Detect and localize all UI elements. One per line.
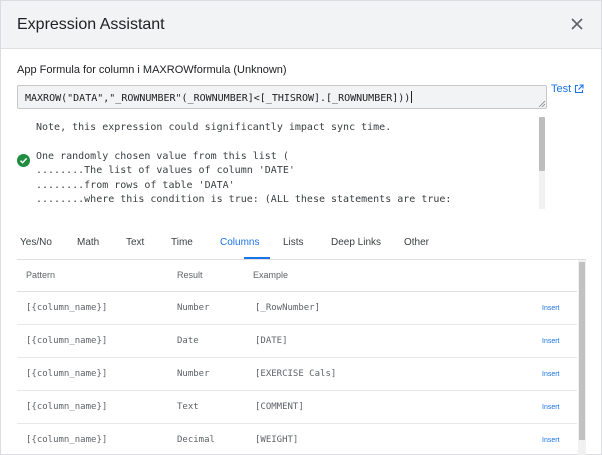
cell-pattern: [{column_name}] xyxy=(26,402,108,412)
cell-result: Decimal xyxy=(177,435,215,445)
tab-columns[interactable]: Columns xyxy=(220,237,259,248)
tab-deep-links[interactable]: Deep Links xyxy=(331,237,381,248)
table-row: [{column_name}] Decimal [WEIGHT] Insert xyxy=(17,424,577,455)
insert-button[interactable]: Insert xyxy=(542,338,560,345)
header-pattern: Pattern xyxy=(26,270,56,280)
table-row: [{column_name}] Number [EXERCISE Cals] I… xyxy=(17,358,577,391)
header-example: Example xyxy=(253,270,289,280)
dialog-header: Expression Assistant xyxy=(1,1,601,49)
open-external-icon xyxy=(575,84,584,94)
function-category-tabs: Yes/No Math Text Time Columns Lists Deep… xyxy=(17,237,587,259)
table-scrollbar-thumb[interactable] xyxy=(579,262,585,440)
tab-math[interactable]: Math xyxy=(77,237,99,248)
explanation-note: Note, this expression could significantl… xyxy=(36,122,392,133)
header-result: Result xyxy=(177,270,203,280)
formula-text[interactable]: MAXROW("DATA","_ROWNUMBER"(_ROWNUMBER]<[… xyxy=(25,91,413,104)
cell-result: Number xyxy=(177,303,210,313)
text-caret xyxy=(411,91,413,103)
tab-yes-no[interactable]: Yes/No xyxy=(20,237,52,248)
close-icon[interactable] xyxy=(567,14,587,34)
cell-example: [COMMENT] xyxy=(255,402,304,412)
explanation-line: ........from rows of table 'DATA' xyxy=(36,180,235,191)
table-row: [{column_name}] Text [COMMENT] Insert xyxy=(17,391,577,424)
formula-input[interactable]: MAXROW("DATA","_ROWNUMBER"(_ROWNUMBER]<[… xyxy=(17,85,547,109)
expression-assistant-dialog: Expression Assistant App Formula for col… xyxy=(0,0,602,455)
tab-time[interactable]: Time xyxy=(171,237,193,248)
explanation-line: ........The list of values of column 'DA… xyxy=(36,165,295,176)
tab-lists[interactable]: Lists xyxy=(283,237,304,248)
explanation-line: One randomly chosen value from this list… xyxy=(36,151,289,162)
cell-result: Date xyxy=(177,336,199,346)
cell-example: [_RowNumber] xyxy=(255,303,321,313)
cell-pattern: [{column_name}] xyxy=(26,336,108,346)
expression-explanation: Note, this expression could significantl… xyxy=(17,115,549,211)
cell-example: [EXERCISE Cals] xyxy=(255,369,337,379)
cell-pattern: [{column_name}] xyxy=(26,303,108,313)
tab-text[interactable]: Text xyxy=(126,237,144,248)
insert-button[interactable]: Insert xyxy=(542,437,560,444)
table-row: [{column_name}] Number [_RowNumber] Inse… xyxy=(17,292,577,325)
explanation-line: ........where this condition is true: (A… xyxy=(36,194,452,205)
tab-other[interactable]: Other xyxy=(404,237,429,248)
test-link-label[interactable]: Test xyxy=(551,83,571,95)
formula-label: App Formula for column i MAXROWformula (… xyxy=(17,64,287,76)
columns-table: Pattern Result Example [{column_name}] N… xyxy=(17,259,586,455)
cell-result: Text xyxy=(177,402,199,412)
check-circle-icon xyxy=(17,154,30,167)
cell-pattern: [{column_name}] xyxy=(26,369,108,379)
explanation-scrollbar-thumb[interactable] xyxy=(539,117,545,171)
test-link[interactable]: Test xyxy=(551,83,584,95)
insert-button[interactable]: Insert xyxy=(542,404,560,411)
resize-handle-icon[interactable] xyxy=(538,100,545,107)
table-row: [{column_name}] Date [DATE] Insert xyxy=(17,325,577,358)
cell-example: [WEIGHT] xyxy=(255,435,299,445)
table-header: Pattern Result Example xyxy=(17,260,577,292)
dialog-title: Expression Assistant xyxy=(17,16,165,33)
cell-pattern: [{column_name}] xyxy=(26,435,108,445)
insert-button[interactable]: Insert xyxy=(542,371,560,378)
cell-example: [DATE] xyxy=(255,336,288,346)
insert-button[interactable]: Insert xyxy=(542,305,560,312)
cell-result: Number xyxy=(177,369,210,379)
